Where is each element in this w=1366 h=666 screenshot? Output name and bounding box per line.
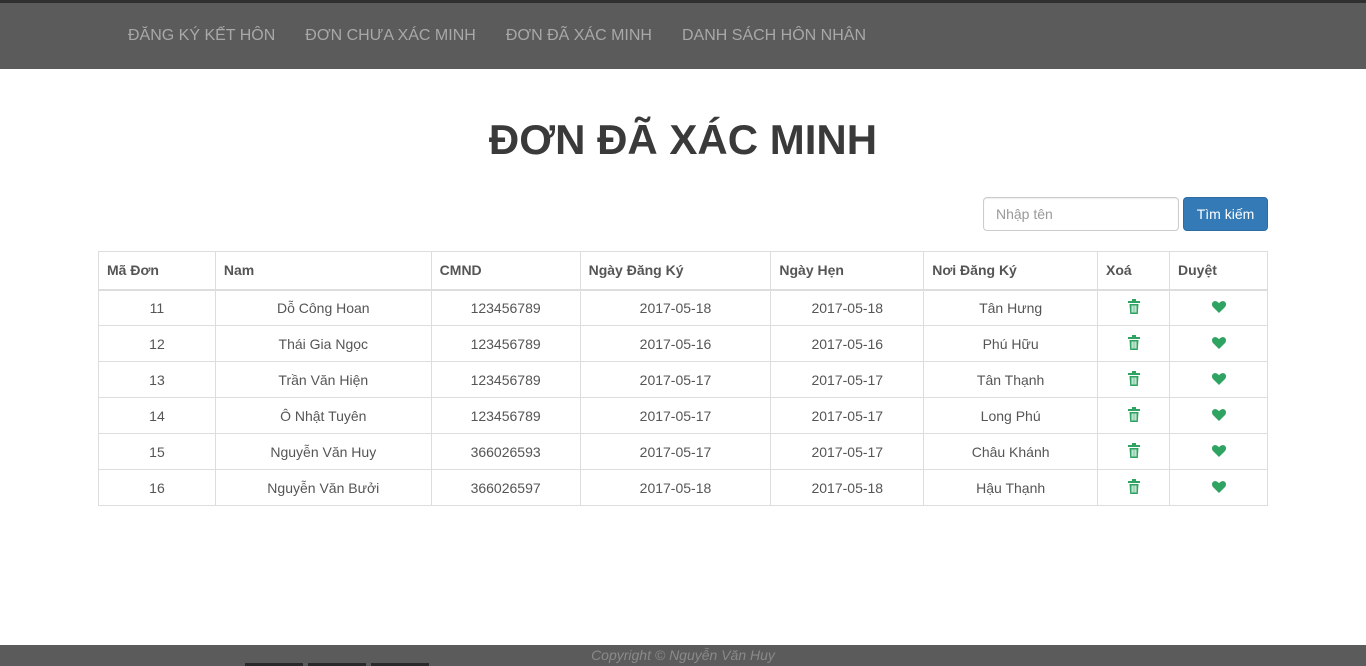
cell-name: Nguyễn Văn Huy	[214, 433, 432, 470]
cell-id: 11	[98, 289, 216, 326]
table-row: 12 Thái Gia Ngọc 123456789 2017-05-16 20…	[98, 325, 1268, 362]
column-header-appt-date: Ngày Hẹn	[770, 251, 925, 291]
table-row: 16 Nguyễn Văn Bưởi 366026597 2017-05-18 …	[98, 469, 1268, 506]
cell-id: 12	[98, 325, 216, 362]
cell-place: Phú Hữu	[923, 325, 1099, 362]
cell-delete	[1097, 361, 1170, 398]
cell-delete	[1097, 325, 1170, 362]
cell-appt-date: 2017-05-18	[770, 469, 925, 506]
heart-icon[interactable]	[1211, 444, 1226, 460]
cell-approve	[1169, 397, 1268, 434]
nav-item-verified: ĐƠN ĐÃ XÁC MINH	[491, 3, 667, 69]
cell-id: 16	[98, 469, 216, 506]
column-header-place: Nơi Đăng Ký	[923, 251, 1099, 291]
cell-appt-date: 2017-05-16	[770, 325, 925, 362]
search-button[interactable]: Tìm kiếm	[1183, 197, 1268, 231]
navbar: ĐĂNG KÝ KẾT HÔN ĐƠN CHƯA XÁC MINH ĐƠN ĐÃ…	[0, 3, 1366, 69]
cell-place: Hậu Thạnh	[923, 469, 1099, 506]
cell-delete	[1097, 289, 1170, 326]
cell-id: 13	[98, 361, 216, 398]
cell-delete	[1097, 433, 1170, 470]
heart-icon[interactable]	[1211, 372, 1226, 388]
applications-table: Mã Đơn Nam CMND Ngày Đăng Ký Ngày Hẹn Nơ…	[98, 251, 1268, 506]
cell-approve	[1169, 433, 1268, 470]
cell-id: 14	[98, 397, 216, 434]
column-header-id: Mã Đơn	[98, 251, 216, 291]
heart-icon[interactable]	[1211, 336, 1226, 352]
heart-icon[interactable]	[1211, 408, 1226, 424]
trash-icon[interactable]	[1127, 298, 1140, 317]
table-row: 13 Trần Văn Hiện 123456789 2017-05-17 20…	[98, 361, 1268, 398]
cell-appt-date: 2017-05-17	[770, 433, 925, 470]
search-input[interactable]	[983, 197, 1179, 231]
nav-link-unverified[interactable]: ĐƠN CHƯA XÁC MINH	[290, 3, 491, 69]
cell-reg-date: 2017-05-17	[579, 361, 772, 398]
trash-icon[interactable]	[1127, 442, 1140, 461]
cell-name: Thái Gia Ngọc	[214, 325, 432, 362]
cell-reg-date: 2017-05-17	[579, 433, 772, 470]
cell-name: Ô Nhật Tuyên	[214, 397, 432, 434]
nav-link-register[interactable]: ĐĂNG KÝ KẾT HÔN	[113, 3, 290, 69]
cell-id: 15	[98, 433, 216, 470]
nav-menu: ĐĂNG KÝ KẾT HÔN ĐƠN CHƯA XÁC MINH ĐƠN ĐÃ…	[113, 3, 881, 69]
cell-delete	[1097, 469, 1170, 506]
table-header-row: Mã Đơn Nam CMND Ngày Đăng Ký Ngày Hẹn Nơ…	[98, 251, 1268, 291]
cell-reg-date: 2017-05-18	[579, 289, 772, 326]
cell-name: Dỗ Công Hoan	[214, 289, 432, 326]
cell-place: Tân Thạnh	[923, 361, 1099, 398]
cell-name: Nguyễn Văn Bưởi	[214, 469, 432, 506]
heart-icon[interactable]	[1211, 480, 1226, 496]
column-header-approve: Duyệt	[1169, 251, 1268, 291]
column-header-name: Nam	[214, 251, 432, 291]
nav-item-marriage-list: DANH SÁCH HÔN NHÂN	[667, 3, 881, 69]
nav-link-marriage-list[interactable]: DANH SÁCH HÔN NHÂN	[667, 3, 881, 69]
cell-approve	[1169, 469, 1268, 506]
cell-cmnd: 123456789	[430, 397, 581, 434]
footer: Copyright © Nguyễn Văn Huy	[0, 645, 1366, 666]
cell-appt-date: 2017-05-17	[770, 397, 925, 434]
column-header-reg-date: Ngày Đăng Ký	[579, 251, 772, 291]
table-row: 11 Dỗ Công Hoan 123456789 2017-05-18 201…	[98, 289, 1268, 326]
column-header-delete: Xoá	[1097, 251, 1170, 291]
copyright-text: Copyright © Nguyễn Văn Huy	[591, 647, 775, 663]
cell-cmnd: 123456789	[430, 289, 581, 326]
cell-place: Châu Khánh	[923, 433, 1099, 470]
cell-cmnd: 366026597	[430, 469, 581, 506]
cell-cmnd: 123456789	[430, 325, 581, 362]
cell-appt-date: 2017-05-18	[770, 289, 925, 326]
table-row: 14 Ô Nhật Tuyên 123456789 2017-05-17 201…	[98, 397, 1268, 434]
trash-icon[interactable]	[1127, 370, 1140, 389]
trash-icon[interactable]	[1127, 334, 1140, 353]
nav-link-verified[interactable]: ĐƠN ĐÃ XÁC MINH	[491, 3, 667, 69]
cell-place: Tân Hưng	[923, 289, 1099, 326]
cell-approve	[1169, 361, 1268, 398]
heart-icon[interactable]	[1211, 300, 1226, 316]
cell-name: Trần Văn Hiện	[214, 361, 432, 398]
cell-reg-date: 2017-05-16	[579, 325, 772, 362]
table-body: 11 Dỗ Công Hoan 123456789 2017-05-18 201…	[98, 289, 1268, 506]
cell-appt-date: 2017-05-17	[770, 361, 925, 398]
cell-cmnd: 366026593	[430, 433, 581, 470]
cell-cmnd: 123456789	[430, 361, 581, 398]
cell-delete	[1097, 397, 1170, 434]
cell-place: Long Phú	[923, 397, 1099, 434]
cell-approve	[1169, 289, 1268, 326]
trash-icon[interactable]	[1127, 478, 1140, 497]
nav-item-register: ĐĂNG KÝ KẾT HÔN	[113, 3, 290, 69]
cell-reg-date: 2017-05-17	[579, 397, 772, 434]
trash-icon[interactable]	[1127, 406, 1140, 425]
cell-reg-date: 2017-05-18	[579, 469, 772, 506]
nav-item-unverified: ĐƠN CHƯA XÁC MINH	[290, 3, 491, 69]
column-header-cmnd: CMND	[430, 251, 581, 291]
page-title: ĐƠN ĐÃ XÁC MINH	[488, 116, 878, 163]
cell-approve	[1169, 325, 1268, 362]
table-row: 15 Nguyễn Văn Huy 366026593 2017-05-17 2…	[98, 433, 1268, 470]
